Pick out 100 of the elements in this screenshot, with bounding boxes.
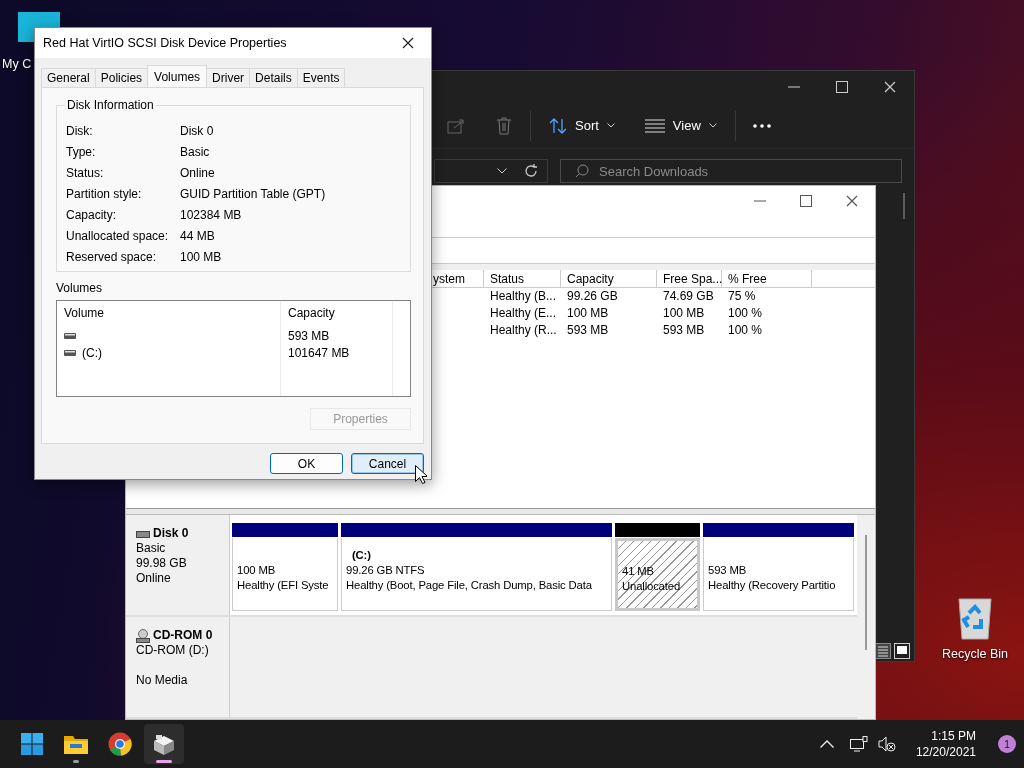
taskbar-app[interactable] — [144, 724, 184, 764]
close-icon — [884, 81, 896, 93]
disk-name: CD-ROM 0 — [153, 628, 213, 643]
cd-drive-icon — [136, 628, 150, 643]
disk-type: CD-ROM (D:) — [136, 643, 210, 658]
tab[interactable]: Events — [296, 68, 346, 87]
chevron-down-icon[interactable] — [497, 168, 507, 174]
column-header[interactable]: % Free — [722, 269, 812, 287]
share-icon — [447, 117, 465, 134]
column-header[interactable]: Free Spa... — [657, 269, 722, 287]
recycle-bin-icon[interactable] — [957, 597, 993, 641]
address-bar[interactable] — [434, 159, 548, 183]
maximize-icon — [800, 195, 812, 207]
close-icon — [846, 195, 858, 207]
table-cell-text: Healthy (R... — [489, 321, 558, 339]
tab[interactable]: General — [41, 68, 96, 87]
window-title: Red Hat VirtIO SCSI Disk Device Properties — [43, 36, 287, 50]
partition-block[interactable]: 593 MB Healthy (Recovery Partitio — [703, 538, 854, 611]
column-header[interactable]: Capacity — [561, 269, 657, 287]
field-label: Disk: — [66, 123, 94, 138]
chevron-icon — [606, 123, 615, 128]
cursor-icon — [415, 465, 427, 484]
list-icon — [644, 118, 665, 133]
table-cell-text: 100 MB — [566, 304, 610, 322]
notification-badge[interactable]: 1 — [998, 735, 1016, 753]
table-cell-text: 100 % — [727, 321, 764, 339]
field-value: Basic — [180, 144, 211, 159]
drive-icon — [64, 332, 76, 339]
field-value: Online — [180, 165, 216, 180]
view-button[interactable]: View — [636, 109, 725, 142]
partition-status: Healthy (Boot, Page File, Crash Dump, Basic Data — [346, 578, 593, 593]
partition-size: 593 MB — [708, 563, 748, 578]
maximize-icon — [836, 81, 848, 93]
volume-name: (C:) — [82, 345, 102, 360]
search-field[interactable]: Search Downloads — [560, 159, 902, 183]
disk-status: Online — [136, 571, 172, 586]
table-cell-text: 593 MB — [566, 321, 610, 339]
volume-capacity: 593 MB — [288, 327, 331, 344]
scrollbar[interactable] — [903, 193, 905, 219]
field-value: GUID Partition Table (GPT) — [180, 186, 326, 201]
partition-status: Healthy (EFI Syste — [237, 578, 330, 593]
icon-label: My C — [2, 57, 32, 71]
dialog-button[interactable]: OK — [270, 453, 343, 474]
field-label: Unallocated space: — [66, 228, 170, 243]
search-icon — [575, 164, 589, 178]
table-cell-text: 75 % — [727, 287, 757, 305]
chevron-up-icon[interactable] — [819, 740, 834, 748]
tab[interactable]: Volumes — [147, 65, 208, 87]
disk-size: 99.98 GB — [136, 556, 188, 571]
column-header[interactable]: Capacity — [288, 306, 392, 327]
table-cell-text: Healthy (B... — [489, 287, 558, 305]
chevron-icon — [708, 123, 717, 128]
field-label: Type: — [66, 144, 97, 159]
disk-type: Basic — [136, 541, 167, 556]
table-cell-text: 593 MB — [662, 321, 706, 339]
partition-block[interactable]: 41 MB Unallocated — [615, 538, 700, 611]
column-header[interactable]: Status — [484, 269, 561, 287]
table-cell-text: 99.26 GB — [566, 287, 619, 305]
table-cell-text: 100 MB — [662, 304, 706, 322]
drive-icon — [64, 349, 76, 356]
column-header[interactable]: Volume — [64, 306, 280, 327]
start-icon — [21, 733, 43, 755]
field-label: Capacity: — [66, 207, 118, 222]
section-label: Volumes — [56, 281, 104, 297]
field-value: 100 MB — [180, 249, 223, 264]
disk-name: Disk 0 — [153, 526, 189, 541]
partition-size: 41 MB — [622, 564, 655, 579]
volume-muted-icon[interactable] — [877, 736, 896, 752]
refresh-icon[interactable] — [523, 163, 539, 179]
clock[interactable]: 1:15 PM 12/20/2021 — [915, 728, 976, 760]
trash-icon — [496, 116, 512, 135]
field-label: Partition style: — [66, 186, 143, 201]
field-value: 102384 MB — [180, 207, 243, 222]
icon-label: Recycle Bin — [942, 647, 1008, 661]
field-label: Reserved space: — [66, 249, 158, 264]
partition-block[interactable]: (C:) 99.26 GB NTFS Healthy (Boot, Page File, Crash Dump, Basic Data — [341, 538, 612, 611]
partition-block[interactable]: 100 MB Healthy (EFI Syste — [232, 538, 338, 611]
disk-status: No Media — [136, 673, 189, 688]
tiles-view-icon[interactable] — [894, 643, 910, 659]
partition-status: Unallocated — [622, 579, 681, 594]
volume-capacity: 101647 MB — [288, 344, 351, 361]
network-icon[interactable] — [849, 736, 868, 752]
field-value: Disk 0 — [180, 123, 215, 138]
disk-management-icon — [152, 733, 176, 755]
more-icon — [752, 123, 771, 128]
partition-size: 99.26 GB NTFS — [346, 563, 426, 578]
close-icon — [402, 37, 414, 49]
field-label: Status: — [66, 165, 105, 180]
partition-status: Healthy (Recovery Partitio — [708, 578, 837, 593]
browser-icon — [108, 732, 132, 756]
table-cell-text: Healthy (E... — [489, 304, 558, 322]
partition-size: 100 MB — [237, 563, 277, 578]
table-cell-text: 74.69 GB — [662, 287, 715, 305]
volume-label: (C:) — [351, 548, 372, 563]
folder-icon — [64, 734, 88, 754]
sort-button[interactable]: Sort — [541, 109, 623, 142]
group-title: Disk Information — [65, 98, 156, 112]
dialog-button[interactable]: Cancel — [351, 453, 424, 474]
sort-icon — [549, 117, 567, 134]
field-value: 44 MB — [180, 228, 216, 243]
